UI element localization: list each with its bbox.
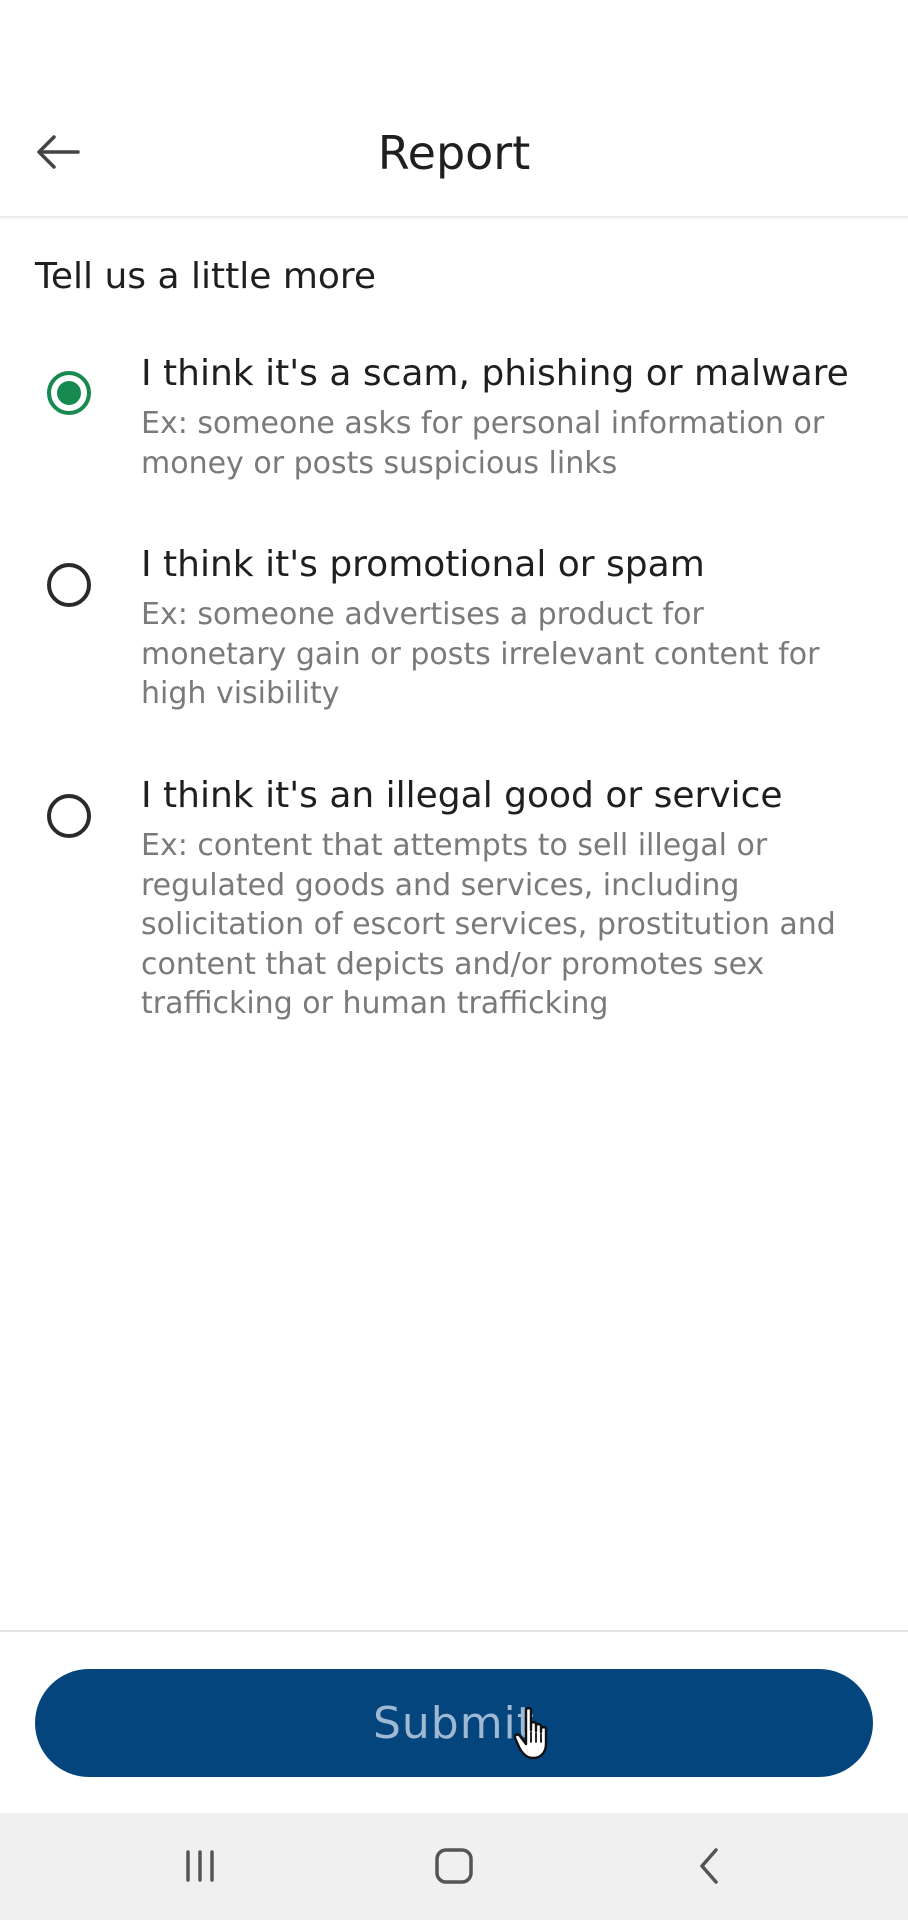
section-subtitle: Tell us a little more (35, 256, 377, 297)
page-title: Report (377, 126, 531, 180)
home-icon (435, 1848, 473, 1884)
system-navigation-bar (0, 1813, 908, 1920)
submit-button[interactable]: Submit (35, 1669, 873, 1777)
home-button[interactable] (409, 1831, 499, 1901)
radio-dot (57, 381, 81, 405)
option-title: I think it's an illegal good or service (141, 775, 783, 816)
report-screen: Report Tell us a little more I think it'… (0, 0, 908, 1920)
option-description: Ex: content that attempts to sell illega… (141, 828, 836, 1021)
radio-button-checked[interactable] (47, 371, 91, 415)
radio-button[interactable] (47, 563, 91, 607)
option-description: Ex: someone advertises a product for mon… (141, 597, 820, 711)
back-chevron-icon (700, 1848, 718, 1884)
app-header: Report (0, 80, 908, 218)
recents-icon (186, 1850, 214, 1882)
status-bar (0, 0, 908, 80)
option-title: I think it's a scam, phishing or malware (141, 353, 849, 394)
footer-divider (0, 1630, 908, 1632)
radio-button[interactable] (47, 794, 91, 838)
system-back-button[interactable] (664, 1831, 754, 1901)
recents-button[interactable] (155, 1831, 245, 1901)
option-title: I think it's promotional or spam (141, 544, 705, 585)
option-description: Ex: someone asks for personal informatio… (141, 406, 825, 481)
